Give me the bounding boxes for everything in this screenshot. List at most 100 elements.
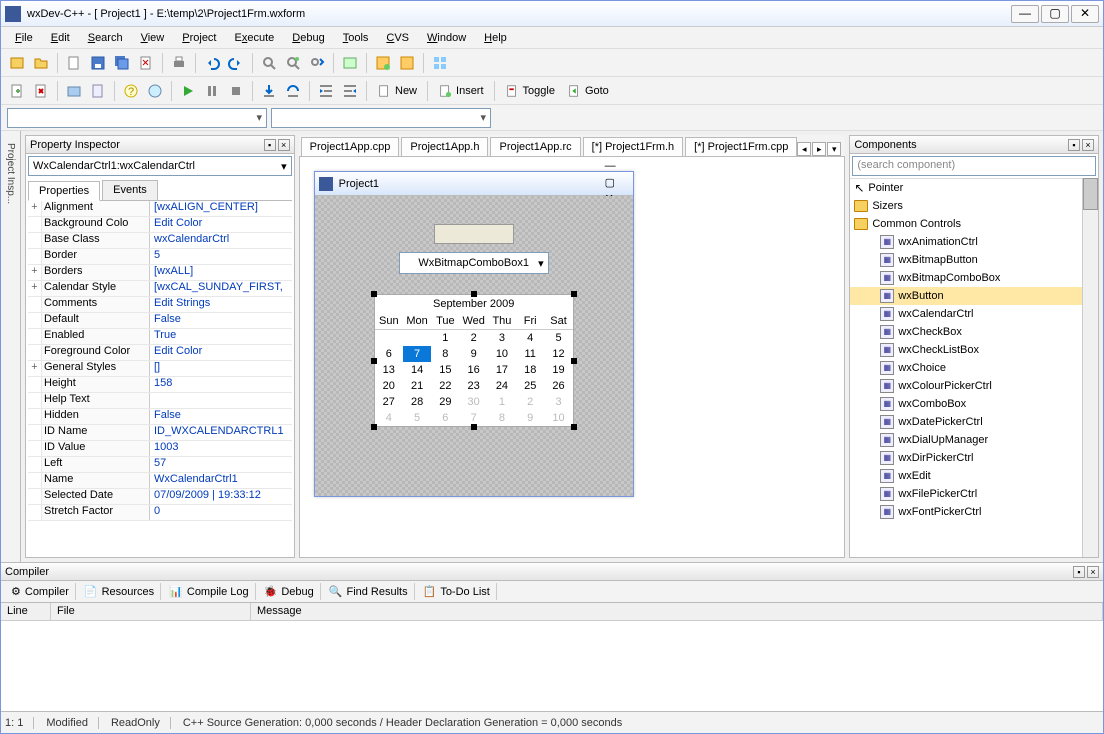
menu-search[interactable]: Search <box>80 30 131 46</box>
about-icon[interactable] <box>145 81 165 101</box>
document-tab[interactable]: Project1App.cpp <box>301 137 400 156</box>
prop-value[interactable]: False <box>150 409 292 424</box>
new-file-icon[interactable] <box>64 53 84 73</box>
component-item[interactable]: ▦wxBitmapButton <box>850 251 1082 269</box>
menu-debug[interactable]: Debug <box>284 30 332 46</box>
component-item[interactable]: Pointer <box>850 179 1082 197</box>
scrollbar[interactable] <box>1082 178 1098 557</box>
bottom-tab[interactable]: 📄Resources <box>78 583 161 600</box>
document-tab[interactable]: Project1App.h <box>401 137 488 156</box>
menu-window[interactable]: Window <box>419 30 474 46</box>
indent-icon[interactable] <box>316 81 336 101</box>
prop-value[interactable] <box>150 393 292 408</box>
prop-value[interactable]: 57 <box>150 457 292 472</box>
prop-value[interactable]: [wxALL] <box>150 265 292 280</box>
tab-scroll-left-icon[interactable]: ◂ <box>797 142 811 156</box>
toggle-button[interactable]: Toggle <box>501 82 559 100</box>
close-panel-icon[interactable]: × <box>278 139 290 151</box>
component-item[interactable]: ▦wxCheckBox <box>850 323 1082 341</box>
maximize-button[interactable]: ▢ <box>1041 5 1069 23</box>
menu-execute[interactable]: Execute <box>227 30 283 46</box>
component-item[interactable]: ▦wxBitmapComboBox <box>850 269 1082 287</box>
menu-tools[interactable]: Tools <box>335 30 377 46</box>
prop-value[interactable]: 5 <box>150 249 292 264</box>
close-panel-icon[interactable]: × <box>1082 139 1094 151</box>
find-icon[interactable] <box>259 53 279 73</box>
form-maximize-icon[interactable]: ▢ <box>605 176 629 192</box>
remove-file-icon[interactable] <box>31 81 51 101</box>
goto-line-icon[interactable] <box>340 53 360 73</box>
menu-cvs[interactable]: CVS <box>378 30 417 46</box>
close-file-icon[interactable] <box>136 53 156 73</box>
compiler-output[interactable] <box>1 621 1103 711</box>
document-tab[interactable]: Project1App.rc <box>490 137 580 156</box>
component-item[interactable]: Common Controls <box>850 215 1082 233</box>
pin-icon[interactable]: ▪ <box>1068 139 1080 151</box>
component-item[interactable]: ▦wxCheckListBox <box>850 341 1082 359</box>
insert-button[interactable]: Insert <box>434 82 488 100</box>
class-combo[interactable] <box>7 108 267 128</box>
prop-value[interactable]: False <box>150 313 292 328</box>
component-item[interactable]: ▦wxFilePickerCtrl <box>850 485 1082 503</box>
component-search-input[interactable]: (search component) <box>852 156 1096 176</box>
component-item[interactable]: ▦wxColourPickerCtrl <box>850 377 1082 395</box>
run-icon[interactable] <box>178 81 198 101</box>
replace-icon[interactable] <box>283 53 303 73</box>
goto-button[interactable]: Goto <box>563 82 613 100</box>
undo-icon[interactable] <box>202 53 222 73</box>
menu-edit[interactable]: Edit <box>43 30 78 46</box>
component-item[interactable]: Sizers <box>850 197 1082 215</box>
method-combo[interactable] <box>271 108 491 128</box>
grid-icon[interactable] <box>430 53 450 73</box>
design-wxbitmapcombobox[interactable]: WxBitmapComboBox1 <box>399 252 549 274</box>
save-icon[interactable] <box>88 53 108 73</box>
step-into-icon[interactable] <box>259 81 279 101</box>
component-item[interactable]: ▦wxAnimationCtrl <box>850 233 1082 251</box>
menu-project[interactable]: Project <box>174 30 224 46</box>
stop-icon[interactable] <box>226 81 246 101</box>
prop-value[interactable]: [wxCAL_SUNDAY_FIRST, <box>150 281 292 296</box>
property-grid[interactable]: +Alignment[wxALIGN_CENTER]Background Col… <box>28 201 292 555</box>
find-next-icon[interactable] <box>307 53 327 73</box>
redo-icon[interactable] <box>226 53 246 73</box>
close-panel-icon[interactable]: × <box>1087 566 1099 578</box>
component-tree[interactable]: PointerSizersCommon Controls▦wxAnimation… <box>850 178 1082 557</box>
component-item[interactable]: ▦wxCalendarCtrl <box>850 305 1082 323</box>
prop-value[interactable]: 158 <box>150 377 292 392</box>
add-file-icon[interactable] <box>7 81 27 101</box>
prop-value[interactable]: [] <box>150 361 292 376</box>
pin-icon[interactable]: ▪ <box>1073 566 1085 578</box>
component-item[interactable]: ▦wxButton <box>850 287 1082 305</box>
prop-value[interactable]: 07/09/2009 | 19:33:12 <box>150 489 292 504</box>
bottom-tab[interactable]: 🐞Debug <box>258 583 321 600</box>
prop-value[interactable]: 1003 <box>150 441 292 456</box>
tab-list-icon[interactable]: ▾ <box>827 142 841 156</box>
property-object-selector[interactable]: WxCalendarCtrl1:wxCalendarCtrl <box>28 156 292 176</box>
pause-icon[interactable] <box>202 81 222 101</box>
open-icon[interactable] <box>31 53 51 73</box>
tab-scroll-right-icon[interactable]: ▸ <box>812 142 826 156</box>
prop-value[interactable]: Edit Color <box>150 345 292 360</box>
document-tab[interactable]: [*] Project1Frm.cpp <box>685 137 797 156</box>
component-item[interactable]: ▦wxDialUpManager <box>850 431 1082 449</box>
step-over-icon[interactable] <box>283 81 303 101</box>
menu-file[interactable]: File <box>7 30 41 46</box>
component-item[interactable]: ▦wxComboBox <box>850 395 1082 413</box>
form-minimize-icon[interactable]: — <box>605 160 629 176</box>
close-button[interactable]: ✕ <box>1071 5 1099 23</box>
bottom-tab[interactable]: ⚙Compiler <box>5 583 76 600</box>
project-options-icon[interactable] <box>64 81 84 101</box>
document-tab[interactable]: [*] Project1Frm.h <box>583 137 684 156</box>
print-icon[interactable] <box>169 53 189 73</box>
tab-events[interactable]: Events <box>102 180 158 200</box>
menu-help[interactable]: Help <box>476 30 515 46</box>
compile-icon[interactable] <box>373 53 393 73</box>
project-inspector-tab[interactable]: Project Insp... <box>1 139 20 208</box>
unindent-icon[interactable] <box>340 81 360 101</box>
bottom-tab[interactable]: 📊Compile Log <box>163 583 255 600</box>
menu-view[interactable]: View <box>133 30 173 46</box>
prop-value[interactable]: WxCalendarCtrl1 <box>150 473 292 488</box>
bottom-tab[interactable]: 🔍Find Results <box>323 583 415 600</box>
design-wxbutton[interactable] <box>434 224 514 244</box>
form-designer[interactable]: Project1 — ▢ ✕ WxBitmapComboBox1 <box>299 157 846 558</box>
